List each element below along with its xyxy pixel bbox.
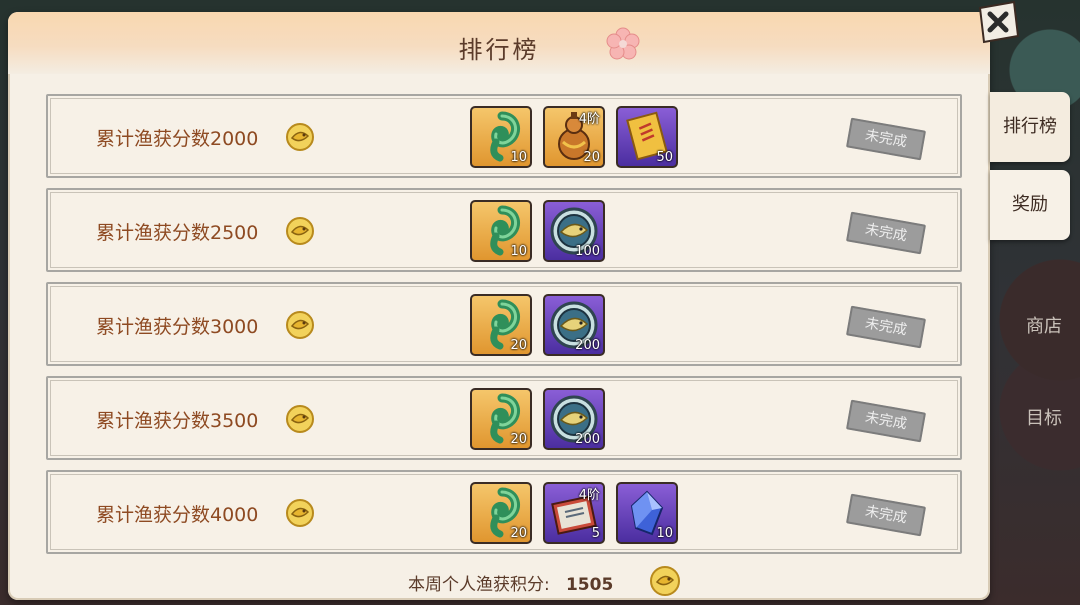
- tab-rewards[interactable]: 奖励: [990, 170, 1070, 240]
- row-threshold-label: 累计渔获分数4000: [96, 504, 259, 526]
- status-stamp: 未完成: [845, 211, 927, 255]
- ranking-dialog: 排行榜 累计渔获分数2000 10 4阶 20 50 未完成 累计渔获分数2500 10 100…: [8, 12, 990, 600]
- side-bg-label-shop: 商店: [1026, 316, 1062, 337]
- item-count: 20: [583, 150, 600, 165]
- status-stamp: 未完成: [845, 305, 927, 349]
- item-tier-badge: 4阶: [578, 112, 600, 127]
- item-count: 5: [591, 526, 600, 541]
- reward-item[interactable]: 200: [543, 388, 605, 450]
- row-threshold-label: 累计渔获分数2000: [96, 128, 259, 150]
- weekly-score-label: 本周个人渔获积分:: [408, 575, 550, 595]
- fish-coin-icon: [286, 311, 314, 339]
- item-count: 20: [510, 432, 527, 447]
- reward-row: 累计渔获分数4000 20 4阶 5 10 未完成: [46, 470, 962, 554]
- item-count: 20: [510, 526, 527, 541]
- fish-coin-icon: [286, 217, 314, 245]
- side-bg-label-goal: 目标: [1026, 408, 1062, 429]
- item-count: 200: [575, 432, 600, 447]
- reward-row: 累计渔获分数3500 20 200 未完成: [46, 376, 962, 460]
- tab-ranking[interactable]: 排行榜: [990, 92, 1070, 162]
- reward-list[interactable]: 累计渔获分数2000 10 4阶 20 50 未完成 累计渔获分数2500 10 100 未完成累…: [38, 94, 970, 560]
- row-threshold-label: 累计渔获分数3000: [96, 316, 259, 338]
- item-count: 100: [575, 244, 600, 259]
- status-stamp: 未完成: [845, 399, 927, 443]
- row-threshold-label: 累计渔获分数3500: [96, 410, 259, 432]
- reward-item[interactable]: 20: [470, 388, 532, 450]
- weekly-score-value: 1505: [565, 575, 614, 595]
- status-stamp: 未完成: [845, 493, 927, 537]
- item-count: 20: [510, 338, 527, 353]
- weekly-score-footer: 本周个人渔获积分: 1505: [8, 560, 990, 600]
- fish-coin-icon: [286, 499, 314, 527]
- row-threshold-label: 累计渔获分数2500: [96, 222, 259, 244]
- reward-item[interactable]: 20: [470, 294, 532, 356]
- reward-item[interactable]: 200: [543, 294, 605, 356]
- fish-coin-icon: [286, 405, 314, 433]
- reward-row: 累计渔获分数2000 10 4阶 20 50 未完成: [46, 94, 962, 178]
- item-count: 10: [656, 526, 673, 541]
- reward-item[interactable]: 10: [470, 106, 532, 168]
- reward-item[interactable]: 4阶 5: [543, 482, 605, 544]
- item-count: 50: [656, 150, 673, 165]
- reward-item[interactable]: 10: [616, 482, 678, 544]
- reward-item[interactable]: 20: [470, 482, 532, 544]
- reward-row: 累计渔获分数3000 20 200 未完成: [46, 282, 962, 366]
- reward-item[interactable]: 4阶 20: [543, 106, 605, 168]
- reward-item[interactable]: 50: [616, 106, 678, 168]
- item-count: 10: [510, 244, 527, 259]
- sakura-flower-icon: [606, 27, 640, 60]
- item-count: 10: [510, 150, 527, 165]
- item-count: 200: [575, 338, 600, 353]
- reward-item[interactable]: 100: [543, 200, 605, 262]
- fish-coin-icon: [650, 566, 680, 596]
- item-tier-badge: 4阶: [578, 488, 600, 503]
- dialog-title: 排行榜: [458, 36, 540, 64]
- fish-coin-icon: [286, 123, 314, 151]
- reward-row: 累计渔获分数2500 10 100 未完成: [46, 188, 962, 272]
- status-stamp: 未完成: [845, 117, 927, 161]
- reward-item[interactable]: 10: [470, 200, 532, 262]
- close-button[interactable]: [972, 0, 1022, 44]
